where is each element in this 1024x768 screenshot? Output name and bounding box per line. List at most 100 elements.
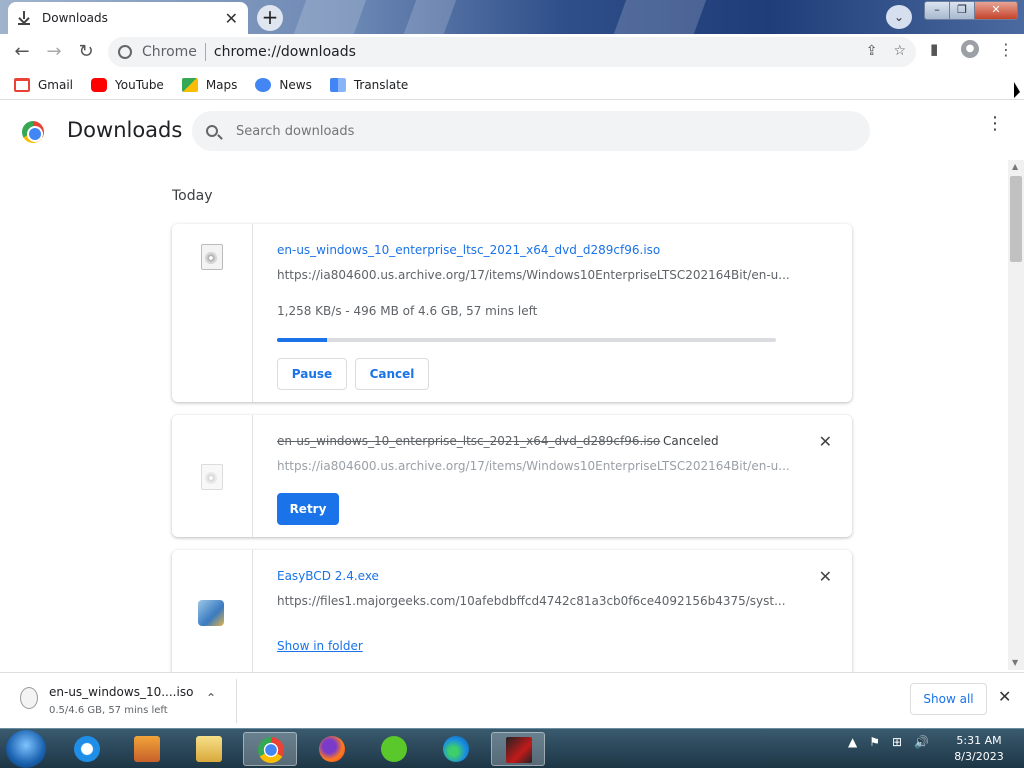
download-file-link[interactable]: en-us_windows_10_enterprise_ltsc_2021_x6… bbox=[277, 243, 660, 257]
mouse-cursor bbox=[1014, 82, 1020, 98]
bookmarks-bar: Gmail YouTube Maps News Translate bbox=[0, 70, 1024, 100]
taskbar-clock[interactable]: 5:31 AM 8/3/2023 bbox=[945, 733, 1013, 765]
chrome-taskbar-button[interactable] bbox=[243, 732, 297, 766]
volume-icon[interactable]: 🔊 bbox=[914, 735, 929, 749]
show-all-button[interactable]: Show all bbox=[910, 683, 987, 715]
scrollbar-thumb[interactable] bbox=[1010, 176, 1022, 262]
pause-button[interactable]: Pause bbox=[277, 358, 347, 390]
file-icon-column bbox=[172, 224, 253, 402]
app-icon bbox=[506, 737, 532, 763]
retry-button[interactable]: Retry bbox=[277, 493, 339, 525]
wallpaper-decoration bbox=[403, 0, 457, 34]
chrome-icon bbox=[258, 737, 284, 763]
divider bbox=[204, 43, 206, 61]
download-url[interactable]: https://files1.majorgeeks.com/10afebdbff… bbox=[277, 594, 786, 608]
downloads-menu-icon[interactable]: ⋮ bbox=[986, 115, 1004, 133]
download-item: EasyBCD 2.4.exe ✕ https://files1.majorge… bbox=[172, 550, 852, 672]
wallpaper-decoration bbox=[613, 0, 707, 34]
site-label: Chrome bbox=[142, 44, 197, 60]
shelf-download-item[interactable]: en-us_windows_10....iso 0.5/4.6 GB, 57 m… bbox=[14, 681, 236, 725]
remove-item-icon[interactable]: ✕ bbox=[819, 432, 832, 451]
edge-taskbar-button[interactable] bbox=[429, 732, 483, 766]
file-icon-column bbox=[172, 550, 253, 672]
internet-explorer-taskbar-button[interactable] bbox=[60, 732, 114, 766]
site-info[interactable]: Chrome bbox=[118, 44, 197, 60]
address-bar[interactable]: Chrome chrome://downloads ⇪ ☆ bbox=[108, 37, 916, 67]
edge-icon bbox=[443, 736, 469, 762]
back-button[interactable]: ← bbox=[6, 36, 38, 68]
shelf-status: 0.5/4.6 GB, 57 mins left bbox=[49, 705, 168, 716]
downloads-header: Downloads ⋮ bbox=[0, 103, 1024, 159]
windows-taskbar: ▲ ⚑ ⊞ 🔊 5:31 AM 8/3/2023 bbox=[0, 728, 1024, 768]
sheets-taskbar-button[interactable] bbox=[367, 732, 421, 766]
download-file-link[interactable]: EasyBCD 2.4.exe bbox=[277, 569, 379, 583]
bookmark-news[interactable]: News bbox=[255, 77, 312, 92]
scroll-down-arrow-icon[interactable]: ▼ bbox=[1012, 658, 1018, 667]
reload-button[interactable]: ↻ bbox=[70, 36, 102, 68]
bookmark-label: Maps bbox=[205, 77, 238, 92]
spreadsheet-icon bbox=[381, 736, 407, 762]
close-tab-icon[interactable]: ✕ bbox=[225, 9, 238, 28]
bookmark-youtube[interactable]: YouTube bbox=[91, 77, 164, 92]
browser-menu-icon[interactable]: ⋮ bbox=[998, 40, 1014, 59]
system-tray: ▲ ⚑ ⊞ 🔊 bbox=[848, 735, 929, 749]
scroll-up-arrow-icon[interactable]: ▲ bbox=[1012, 162, 1018, 171]
minimize-button[interactable]: – bbox=[924, 1, 950, 20]
page-scrollbar[interactable]: ▲ ▼ bbox=[1008, 160, 1024, 670]
media-player-taskbar-button[interactable] bbox=[120, 732, 174, 766]
tab-title: Downloads bbox=[42, 11, 108, 25]
download-item: en-us_windows_10_enterprise_ltsc_2021_x6… bbox=[172, 415, 852, 537]
folder-icon bbox=[196, 736, 222, 762]
download-file-name: en-us_windows_10_enterprise_ltsc_2021_x6… bbox=[277, 434, 661, 448]
remove-item-icon[interactable]: ✕ bbox=[819, 567, 832, 586]
download-item: en-us_windows_10_enterprise_ltsc_2021_x6… bbox=[172, 224, 852, 402]
browser-toolbar: ← → ↻ Chrome chrome://downloads ⇪ ☆ ▮ ● … bbox=[0, 34, 1024, 70]
bookmark-translate[interactable]: Translate bbox=[329, 77, 408, 92]
start-button[interactable] bbox=[6, 730, 46, 768]
profile-avatar[interactable]: ● bbox=[961, 40, 979, 58]
download-progress-bar bbox=[277, 338, 776, 342]
downloads-list: Today en-us_windows_10_enterprise_ltsc_2… bbox=[0, 160, 1008, 672]
forward-button[interactable]: → bbox=[38, 36, 70, 68]
title-bar: Downloads ✕ + ⌄ – ❐ ✕ bbox=[0, 0, 1024, 34]
chrome-logo-icon bbox=[22, 121, 44, 143]
search-box[interactable] bbox=[192, 111, 870, 151]
file-explorer-taskbar-button[interactable] bbox=[182, 732, 236, 766]
tab-downloads[interactable]: Downloads ✕ bbox=[8, 2, 248, 34]
action-center-flag-icon[interactable]: ⚑ bbox=[869, 735, 880, 749]
cancel-button[interactable]: Cancel bbox=[355, 358, 429, 390]
date-section-label: Today bbox=[172, 188, 213, 204]
download-url[interactable]: https://ia804600.us.archive.org/17/items… bbox=[277, 268, 790, 282]
media-app-taskbar-button[interactable] bbox=[491, 732, 545, 766]
maximize-button[interactable]: ❐ bbox=[949, 1, 975, 20]
firefox-taskbar-button[interactable] bbox=[305, 732, 359, 766]
network-icon[interactable]: ⊞ bbox=[892, 735, 902, 749]
close-window-button[interactable]: ✕ bbox=[974, 1, 1018, 20]
iso-file-icon bbox=[201, 464, 223, 490]
progress-fill bbox=[277, 338, 327, 342]
clock-time: 5:31 AM bbox=[956, 734, 1002, 747]
translate-icon bbox=[329, 77, 346, 92]
divider bbox=[236, 679, 237, 723]
media-player-icon bbox=[134, 736, 160, 762]
exe-file-icon bbox=[198, 600, 224, 626]
download-url[interactable]: https://ia804600.us.archive.org/17/items… bbox=[277, 459, 790, 473]
bookmark-gmail[interactable]: Gmail bbox=[14, 77, 73, 92]
new-tab-button[interactable]: + bbox=[257, 5, 283, 31]
close-shelf-icon[interactable]: ✕ bbox=[998, 687, 1011, 706]
internet-explorer-icon bbox=[74, 736, 100, 762]
download-icon bbox=[18, 11, 30, 25]
bookmark-star-icon[interactable]: ☆ bbox=[893, 43, 906, 59]
tab-search-button[interactable]: ⌄ bbox=[886, 5, 912, 29]
iso-file-icon bbox=[201, 244, 223, 270]
clock-date: 8/3/2023 bbox=[954, 750, 1004, 763]
show-hidden-icons-icon[interactable]: ▲ bbox=[848, 735, 857, 749]
url-text[interactable]: chrome://downloads bbox=[214, 44, 356, 60]
chevron-up-icon[interactable]: ⌃ bbox=[206, 691, 216, 705]
search-input[interactable] bbox=[236, 123, 836, 139]
search-icon bbox=[206, 125, 218, 137]
show-in-folder-link[interactable]: Show in folder bbox=[277, 639, 363, 653]
bookmark-maps[interactable]: Maps bbox=[181, 77, 238, 92]
share-icon[interactable]: ⇪ bbox=[866, 43, 878, 59]
side-panel-icon[interactable]: ▮ bbox=[930, 40, 938, 58]
